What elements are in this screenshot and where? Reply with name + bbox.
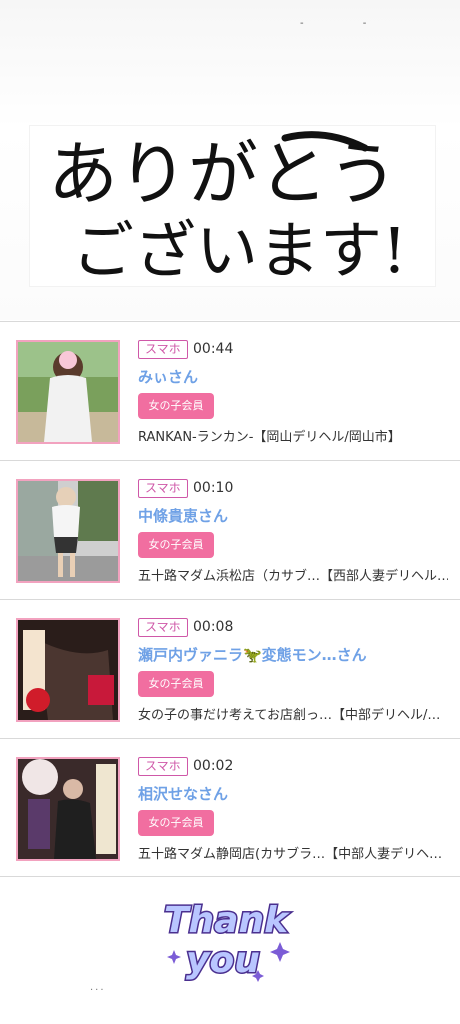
- visit-time: 00:02: [193, 758, 234, 774]
- list-item[interactable]: スマホ 00:08 瀬戸内ヴァニラ🦖変態モン…さん 女の子会員 女の子の事だけ考…: [0, 599, 460, 738]
- list-item[interactable]: スマホ 00:44 みぃさん 女の子会員 RANKAN-ランカン-【岡山デリヘル…: [0, 321, 460, 460]
- device-badge: スマホ: [138, 479, 188, 498]
- thank-you-banner: - - ありがとう ございます!: [0, 0, 460, 320]
- profile-thumbnail[interactable]: [16, 757, 120, 861]
- profile-photo-icon: [18, 342, 118, 442]
- banner-top-marks: - -: [300, 18, 395, 29]
- girl-name-link[interactable]: みぃさん: [138, 366, 198, 387]
- profile-photo-icon: [18, 620, 118, 720]
- shop-name: 五十路マダム浜松店（カサブ…【西部人妻デリヘル…: [138, 569, 448, 584]
- visit-time: 00:10: [193, 480, 234, 496]
- shop-name: 五十路マダム静岡店(カサブラ…【中部人妻デリヘ…: [138, 847, 443, 862]
- profile-thumbnail[interactable]: [16, 340, 120, 444]
- girl-name-link[interactable]: 瀬戸内ヴァニラ🦖変態モン…さん: [138, 644, 367, 665]
- shop-name: 女の子の事だけ考えてお店創っ…【中部デリヘル/…: [138, 708, 441, 723]
- member-badge: 女の子会員: [138, 810, 214, 836]
- profile-photo-icon: [18, 481, 118, 581]
- shop-name: RANKAN-ランカン-【岡山デリヘル/岡山市】: [138, 430, 401, 445]
- profile-thumbnail[interactable]: [16, 618, 120, 722]
- member-badge: 女の子会員: [138, 671, 214, 697]
- girl-name-link[interactable]: 相沢せなさん: [138, 783, 228, 804]
- list-item[interactable]: スマホ 00:02 相沢せなさん 女の子会員 五十路マダム静岡店(カサブラ…【中…: [0, 738, 460, 877]
- visit-time: 00:44: [193, 341, 234, 357]
- footer-dots: ...: [90, 982, 106, 993]
- sticker-line-2: you: [186, 940, 260, 981]
- device-badge: スマホ: [138, 618, 188, 637]
- member-badge: 女の子会員: [138, 393, 214, 419]
- visit-time: 00:08: [193, 619, 234, 635]
- banner-line-1: ありがとう: [48, 133, 398, 215]
- profile-photo-icon: [18, 759, 118, 859]
- member-badge: 女の子会員: [138, 532, 214, 558]
- thank-you-sticker: Thank you: [163, 899, 292, 982]
- handwritten-thanks-image: ありがとう ございます!: [48, 131, 407, 287]
- banner-line-2: ございます!: [72, 214, 407, 287]
- footprint-list: スマホ 00:44 みぃさん 女の子会員 RANKAN-ランカン-【岡山デリヘル…: [0, 321, 460, 877]
- device-badge: スマホ: [138, 757, 188, 776]
- girl-name-link[interactable]: 中條貴恵さん: [138, 505, 228, 526]
- profile-thumbnail[interactable]: [16, 479, 120, 583]
- sticker-line-1: Thank: [164, 900, 290, 941]
- list-item[interactable]: スマホ 00:10 中條貴恵さん 女の子会員 五十路マダム浜松店（カサブ…【西部…: [0, 460, 460, 599]
- device-badge: スマホ: [138, 340, 188, 359]
